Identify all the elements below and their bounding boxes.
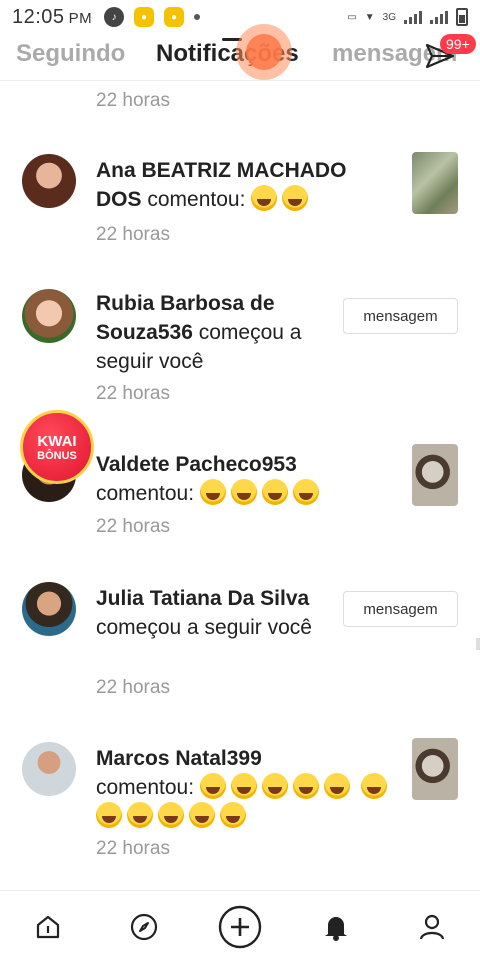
- video-thumbnail[interactable]: [412, 444, 458, 506]
- nav-profile-button[interactable]: [412, 907, 452, 947]
- status-ampm: PM: [68, 9, 93, 27]
- item-time: 22 horas: [96, 383, 170, 404]
- item-time: 22 horas: [96, 838, 170, 859]
- avatar[interactable]: [22, 154, 76, 208]
- notification-app-icon: ●: [134, 7, 155, 27]
- bottom-nav: [0, 890, 480, 960]
- nav-home-button[interactable]: [28, 907, 68, 947]
- network-type: 3G: [382, 11, 396, 23]
- message-button[interactable]: mensagem: [343, 298, 458, 334]
- laugh-emoji-icon: [292, 479, 319, 505]
- notification-text: Julia Tatiana Da Silva começou a seguir …: [96, 584, 336, 642]
- create-button[interactable]: [218, 905, 262, 949]
- kwai-bonus-bubble[interactable]: KWAI BÔNUS: [20, 410, 94, 484]
- laugh-emoji-icon: [199, 479, 226, 505]
- battery-icon: [456, 8, 468, 26]
- video-thumbnail[interactable]: [412, 738, 458, 800]
- home-icon: [36, 915, 60, 939]
- signal-icon: [404, 10, 422, 24]
- action-text: comentou:: [96, 776, 195, 799]
- tab-following[interactable]: Seguindo: [16, 40, 125, 68]
- user-name[interactable]: Marcos Natal399: [96, 747, 262, 770]
- signal-icon-2: [430, 10, 448, 24]
- status-time-value: 12:05: [12, 5, 65, 28]
- profile-icon: [419, 914, 445, 940]
- item-time: 22 horas: [96, 90, 170, 111]
- nav-notifications-button[interactable]: [316, 907, 356, 947]
- laugh-emoji-icon: [261, 773, 288, 799]
- message-badge: 99+: [440, 34, 476, 54]
- nav-discover-button[interactable]: [124, 907, 164, 947]
- laugh-emoji-icon: [230, 773, 257, 799]
- status-bar: 12:05 PM ♪ ● ● ▭ ▼ 3G: [0, 0, 480, 34]
- laugh-emoji-icon: [189, 802, 215, 828]
- bell-icon: [325, 917, 347, 941]
- user-name[interactable]: Julia Tatiana Da Silva: [96, 587, 309, 610]
- notification-feed[interactable]: 22 horas Ana BEATRIZ MACHADO DOS comento…: [0, 82, 480, 890]
- action-text: começou a seguir você: [96, 616, 312, 639]
- item-time: 22 horas: [96, 677, 170, 698]
- discover-icon: [130, 913, 158, 941]
- wifi-icon: ▼: [364, 11, 375, 23]
- laugh-emoji-icon: [251, 185, 278, 211]
- item-time: 22 horas: [96, 516, 170, 537]
- kwai-bonus-subtitle: BÔNUS: [37, 449, 77, 462]
- plus-icon: [218, 905, 262, 949]
- header-divider: [0, 80, 480, 81]
- notification-text: Valdete Pacheco953 comentou:: [96, 450, 396, 508]
- user-name[interactable]: Valdete Pacheco953: [96, 453, 297, 476]
- avatar[interactable]: [22, 742, 76, 796]
- notification-app-icon-2: ●: [164, 7, 185, 27]
- notification-text: Ana BEATRIZ MACHADO DOS comentou:: [96, 156, 396, 214]
- status-app-icons: ♪ ● ●: [104, 7, 201, 27]
- laugh-emoji-icon: [127, 802, 153, 828]
- action-text: comentou:: [96, 482, 195, 505]
- status-right: ▭ ▼ 3G: [347, 8, 468, 26]
- laugh-emoji-icon: [360, 773, 387, 799]
- laugh-emoji-icon: [96, 802, 122, 828]
- laugh-emoji-icon: [261, 479, 288, 505]
- laugh-emoji-icon: [292, 773, 319, 799]
- avatar[interactable]: [22, 582, 76, 636]
- status-time: 12:05 PM: [12, 6, 92, 29]
- cast-icon: ▭: [347, 11, 357, 23]
- notification-text: Marcos Natal399 comentou:: [96, 744, 396, 831]
- music-app-icon: ♪: [104, 7, 125, 27]
- avatar[interactable]: [22, 289, 76, 343]
- laugh-emoji-icon: [158, 802, 184, 828]
- action-text: comentou:: [147, 188, 246, 211]
- notification-text: Rubia Barbosa de Souza536 começou a segu…: [96, 289, 336, 376]
- laugh-emoji-icon: [220, 802, 246, 828]
- laugh-emoji-icon: [323, 773, 350, 799]
- laugh-emoji-icon: [230, 479, 257, 505]
- scrollbar[interactable]: [476, 638, 480, 650]
- video-thumbnail[interactable]: [412, 152, 458, 214]
- item-time: 22 horas: [96, 224, 170, 245]
- kwai-bonus-title: KWAI: [37, 432, 77, 450]
- laugh-emoji-icon: [199, 773, 226, 799]
- touch-indicator-core: [246, 34, 282, 70]
- laugh-emoji-icon: [282, 185, 309, 211]
- message-button[interactable]: mensagem: [343, 591, 458, 627]
- more-dot-icon: [194, 14, 201, 20]
